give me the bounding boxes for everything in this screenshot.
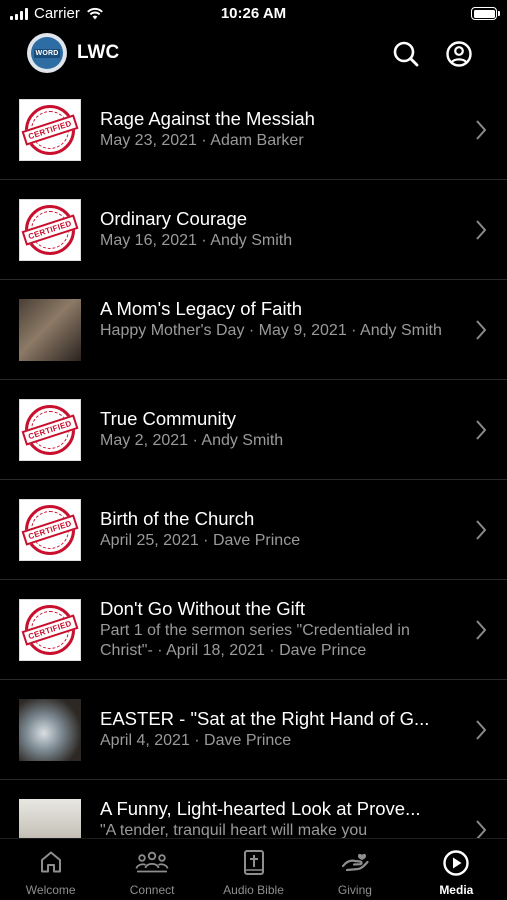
sermon-row[interactable]: CERTIFIED True Community May 2, 2021 · A…	[0, 380, 507, 480]
chevron-right-icon	[476, 620, 487, 640]
certified-stamp-thumbnail: CERTIFIED	[19, 99, 81, 161]
sermon-row[interactable]: CERTIFIED Rage Against the Messiah May 2…	[0, 80, 507, 180]
chevron-right-icon	[476, 520, 487, 540]
status-bar: Carrier 10:26 AM	[0, 0, 507, 30]
sermon-subtitle: April 4, 2021 · Dave Prince	[100, 732, 292, 749]
people-icon	[135, 851, 169, 873]
tab-bar: Welcome Connect Audio Bible Giving Media	[0, 838, 507, 900]
bible-icon	[243, 850, 264, 875]
sermon-subtitle: May 23, 2021 · Adam Barker	[100, 132, 304, 149]
chevron-right-icon	[476, 120, 487, 140]
sermon-title: EASTER - "Sat at the Right Hand of G...	[100, 708, 430, 729]
sermon-row[interactable]: CERTIFIED Birth of the Church April 25, …	[0, 480, 507, 580]
sermon-title: Ordinary Courage	[100, 208, 248, 229]
chevron-right-icon	[476, 320, 487, 340]
sermon-subtitle: May 2, 2021 · Andy Smith	[100, 432, 284, 449]
tab-label: Welcome	[25, 883, 76, 897]
chevron-right-icon	[476, 820, 487, 838]
app-title: LWC	[77, 42, 120, 63]
tab-giving[interactable]: Giving	[304, 839, 405, 900]
sermon-row[interactable]: CERTIFIED Don't Go Without the Gift Part…	[0, 580, 507, 680]
sermon-row[interactable]: CERTIFIED Ordinary Courage May 16, 2021 …	[0, 180, 507, 280]
play-circle-icon	[443, 850, 470, 876]
sermon-list: CERTIFIED Rage Against the Messiah May 2…	[0, 80, 507, 838]
giving-hand-icon	[341, 853, 369, 872]
tab-label: Audio Bible	[223, 883, 284, 897]
church-logo[interactable]: WORD	[27, 33, 67, 73]
sermon-title: Rage Against the Messiah	[100, 108, 315, 129]
account-icon[interactable]	[444, 39, 474, 69]
certified-stamp-thumbnail: CERTIFIED	[19, 399, 81, 461]
sermon-photo-thumbnail	[19, 299, 81, 361]
sermon-photo-thumbnail	[19, 699, 81, 761]
tab-connect[interactable]: Connect	[101, 839, 202, 900]
tab-welcome[interactable]: Welcome	[0, 839, 101, 900]
certified-stamp-thumbnail: CERTIFIED	[19, 199, 81, 261]
sermon-title: A Mom's Legacy of Faith	[100, 298, 302, 319]
app-header: WORD LWC	[0, 30, 507, 78]
tab-label: Media	[439, 883, 474, 897]
sermon-photo-thumbnail	[19, 799, 81, 838]
tab-media[interactable]: Media	[406, 839, 507, 900]
chevron-right-icon	[476, 720, 487, 740]
sermon-row[interactable]: A Mom's Legacy of Faith Happy Mother's D…	[0, 280, 507, 380]
certified-stamp-thumbnail: CERTIFIED	[19, 599, 81, 661]
sermon-row[interactable]: EASTER - "Sat at the Right Hand of G... …	[0, 680, 507, 780]
sermon-subtitle: May 16, 2021 · Andy Smith	[100, 232, 293, 249]
status-time: 10:26 AM	[220, 5, 287, 22]
sermon-subtitle: April 25, 2021 · Dave Prince	[100, 532, 301, 549]
chevron-right-icon	[476, 420, 487, 440]
certified-stamp-thumbnail: CERTIFIED	[19, 499, 81, 561]
battery-icon	[471, 7, 500, 20]
sermon-subtitle: Happy Mother's Day · May 9, 2021 · Andy …	[100, 322, 442, 339]
sermon-subtitle: "A tender, tranquil heart will make you	[100, 822, 368, 838]
tab-label: Connect	[129, 883, 175, 897]
search-icon[interactable]	[391, 39, 421, 69]
sermon-title: Birth of the Church	[100, 508, 255, 529]
tab-label: Giving	[337, 883, 372, 897]
tab-audio-bible[interactable]: Audio Bible	[203, 839, 304, 900]
logo-text: WORD	[33, 48, 61, 58]
sermon-title: A Funny, Light-hearted Look at Prove...	[100, 798, 421, 819]
sermon-title: True Community	[100, 408, 237, 429]
chevron-right-icon	[476, 220, 487, 240]
sermon-title: Don't Go Without the Gift	[100, 598, 306, 619]
home-icon	[40, 851, 61, 873]
sermon-subtitle: Part 1 of the sermon series "Credentiale…	[100, 622, 410, 659]
sermon-row[interactable]: A Funny, Light-hearted Look at Prove... …	[0, 780, 507, 838]
